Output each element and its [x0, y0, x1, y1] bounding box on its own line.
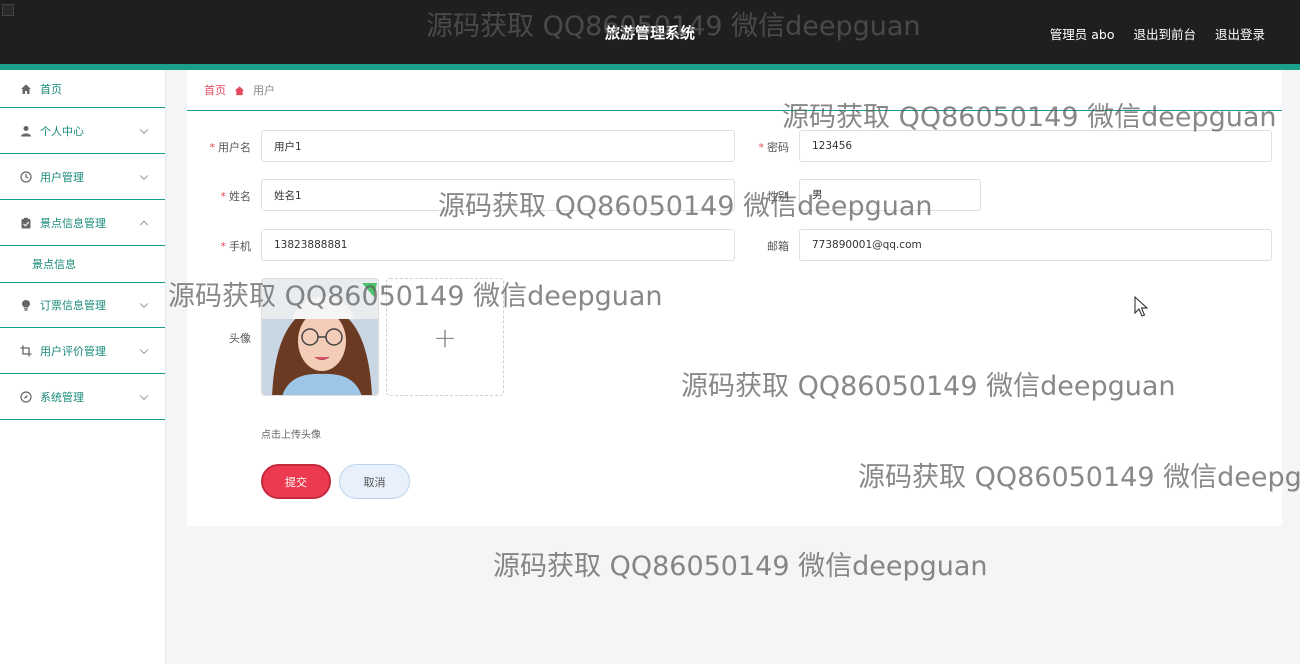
- breadcrumb-home[interactable]: 首页: [204, 82, 226, 98]
- top-links: 管理员 abo 退出到前台 退出登录: [1050, 24, 1265, 43]
- sidebar-item-reviews[interactable]: 用户评价管理: [0, 328, 165, 374]
- avatar-upload-button[interactable]: +: [386, 278, 504, 396]
- go-frontend-link[interactable]: 退出到前台: [1133, 24, 1196, 43]
- compass-icon: [20, 390, 32, 403]
- password-input[interactable]: [799, 130, 1272, 162]
- sidebar-item-tickets[interactable]: 订票信息管理: [0, 282, 165, 328]
- bulb-icon: [22, 300, 30, 311]
- breadcrumb-current: 用户: [253, 84, 275, 97]
- email-input[interactable]: [799, 229, 1272, 261]
- phone-label: * 手机: [220, 240, 252, 253]
- sidebar-item-home[interactable]: 首页: [0, 70, 165, 108]
- crop-icon: [20, 345, 32, 356]
- home-icon: [21, 84, 31, 94]
- sidebar-subitem-attraction-info[interactable]: 景点信息: [0, 246, 165, 282]
- sidebar-item-label: 首页: [40, 82, 62, 96]
- chevron-down-icon: [139, 345, 149, 354]
- sidebar-item-profile[interactable]: 个人中心: [0, 108, 165, 154]
- sidebar-item-label: 订票信息管理: [40, 299, 106, 312]
- logout-link[interactable]: 退出登录: [1215, 24, 1265, 43]
- sidebar-item-label: 用户评价管理: [40, 344, 106, 358]
- sidebar-item-label: 景点信息管理: [40, 216, 106, 230]
- sidebar-item-label: 用户管理: [40, 170, 84, 184]
- email-label: 邮箱: [767, 240, 789, 253]
- chevron-down-icon: [139, 171, 149, 180]
- submit-button[interactable]: 提交: [261, 464, 331, 499]
- phone-input[interactable]: [261, 229, 735, 261]
- username-label: * 用户名: [209, 141, 252, 154]
- gender-select[interactable]: 男: [799, 179, 981, 211]
- user-icon: [21, 125, 31, 136]
- window-icon: [2, 4, 14, 16]
- gender-label: 性别: [767, 190, 789, 203]
- chevron-up-icon: [139, 220, 149, 229]
- chevron-down-icon: [139, 299, 149, 309]
- avatar-label: 头像: [229, 332, 251, 345]
- name-label: * 姓名: [220, 190, 252, 203]
- mouse-cursor-icon: [1134, 296, 1148, 317]
- sidebar-item-system[interactable]: 系统管理: [0, 374, 165, 420]
- password-label: * 密码: [758, 141, 790, 154]
- avatar-image[interactable]: [261, 278, 379, 396]
- upload-hint: 点击上传头像: [261, 430, 321, 441]
- sidebar-item-label: 系统管理: [40, 390, 84, 404]
- sidebar-item-label: 个人中心: [40, 124, 84, 138]
- main-content: 首页 用户 *用户名 *密码 *姓名 性别 男 *手机 邮箱 头像 + 点击上传…: [187, 70, 1282, 526]
- chevron-down-icon: [139, 125, 149, 134]
- top-navbar: 旅游管理系统 管理员 abo 退出到前台 退出登录: [0, 0, 1300, 64]
- sidebar-item-attractions[interactable]: 景点信息管理: [0, 200, 165, 246]
- cancel-button[interactable]: 取消: [339, 464, 410, 499]
- chevron-down-icon: [139, 391, 149, 400]
- avatar-photo: [262, 279, 378, 395]
- username-input[interactable]: [261, 130, 735, 162]
- admin-user-link[interactable]: 管理员 abo: [1050, 24, 1115, 43]
- clipboard-icon: [21, 217, 31, 228]
- name-input[interactable]: [261, 179, 735, 211]
- breadcrumb-separator-icon: [234, 85, 245, 95]
- breadcrumb: 首页 用户: [187, 70, 1282, 111]
- sidebar: 首页 个人中心 用户管理 景点信息管理 景点信息 订票信息管理 用户评价管理 系…: [0, 70, 166, 664]
- watermark: 源码获取 QQ86050149 微信deepguan: [493, 551, 988, 582]
- sidebar-item-users[interactable]: 用户管理: [0, 154, 165, 200]
- clock-icon: [20, 170, 32, 183]
